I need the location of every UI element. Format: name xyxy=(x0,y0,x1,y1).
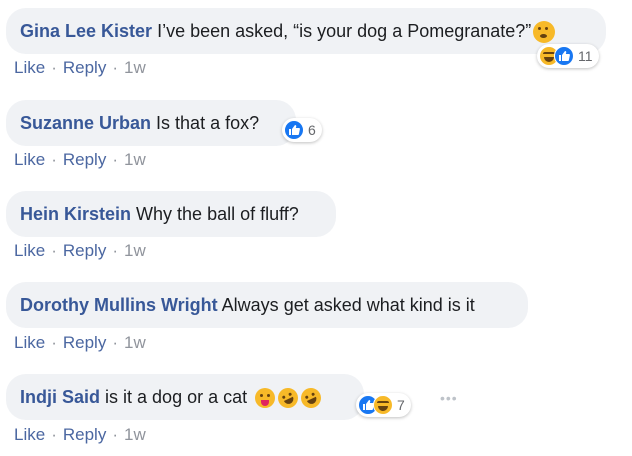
separator: · xyxy=(112,425,118,444)
comment-actions: Like · Reply · 1w xyxy=(14,58,146,78)
flushed-emoji-icon xyxy=(533,21,556,44)
comment-actions: Like · Reply · 1w xyxy=(14,425,146,445)
separator: · xyxy=(112,333,118,352)
comment-text: I’ve been asked, “is your dog a Pomegran… xyxy=(157,21,532,41)
separator: · xyxy=(51,241,57,260)
timestamp[interactable]: 1w xyxy=(124,58,146,77)
reply-link[interactable]: Reply xyxy=(63,58,106,77)
comment-author[interactable]: Hein Kirstein xyxy=(20,204,131,224)
timestamp[interactable]: 1w xyxy=(124,150,146,169)
like-reaction-icon xyxy=(284,120,304,140)
separator: · xyxy=(112,241,118,260)
timestamp[interactable]: 1w xyxy=(124,241,146,260)
separator: · xyxy=(112,58,118,77)
more-options-icon[interactable]: ••• xyxy=(440,390,458,406)
like-link[interactable]: Like xyxy=(14,241,45,260)
comment-text: Is that a fox? xyxy=(156,113,260,133)
like-link[interactable]: Like xyxy=(14,333,45,352)
timestamp[interactable]: 1w xyxy=(124,425,146,444)
like-link[interactable]: Like xyxy=(14,58,45,77)
rofl-emoji-icon xyxy=(297,384,325,412)
separator: · xyxy=(51,425,57,444)
comment-item: Indji Said is it a dog or a cat xyxy=(6,374,364,420)
separator: · xyxy=(51,58,57,77)
comment-bubble: Dorothy Mullins Wright Always get asked … xyxy=(6,282,528,328)
comment-bubble: Indji Said is it a dog or a cat xyxy=(6,374,364,420)
timestamp[interactable]: 1w xyxy=(124,333,146,352)
comment-bubble: Gina Lee Kister I’ve been asked, “is you… xyxy=(6,8,606,54)
comment-item: Dorothy Mullins Wright Always get asked … xyxy=(6,282,528,328)
separator: · xyxy=(112,150,118,169)
like-link[interactable]: Like xyxy=(14,150,45,169)
comment-actions: Like · Reply · 1w xyxy=(14,333,146,353)
separator: · xyxy=(51,150,57,169)
like-link[interactable]: Like xyxy=(14,425,45,444)
comment-bubble: Hein Kirstein Why the ball of fluff? xyxy=(6,191,336,237)
comment-actions: Like · Reply · 1w xyxy=(14,150,146,170)
comment-item: Gina Lee Kister I’ve been asked, “is you… xyxy=(6,8,606,54)
reaction-summary[interactable]: 6 xyxy=(282,118,322,142)
like-reaction-icon xyxy=(554,46,574,66)
reaction-count: 6 xyxy=(308,122,316,138)
comment-author[interactable]: Suzanne Urban xyxy=(20,113,151,133)
comment-item: Suzanne Urban Is that a fox? xyxy=(6,100,296,146)
comment-bubble: Suzanne Urban Is that a fox? xyxy=(6,100,296,146)
tongue-emoji-icon xyxy=(255,388,276,409)
separator: · xyxy=(51,333,57,352)
comment-author[interactable]: Indji Said xyxy=(20,387,100,407)
comment-actions: Like · Reply · 1w xyxy=(14,241,146,261)
reply-link[interactable]: Reply xyxy=(63,241,106,260)
reaction-summary[interactable]: 7 xyxy=(356,393,411,417)
reply-link[interactable]: Reply xyxy=(63,333,106,352)
reaction-count: 7 xyxy=(397,397,405,413)
comment-author[interactable]: Dorothy Mullins Wright xyxy=(20,295,218,315)
haha-reaction-icon xyxy=(373,395,393,415)
comment-text: is it a dog or a cat xyxy=(105,387,248,407)
reaction-summary[interactable]: 11 xyxy=(537,44,599,68)
reply-link[interactable]: Reply xyxy=(63,425,106,444)
rofl-emoji-icon xyxy=(274,384,302,412)
reaction-count: 11 xyxy=(578,48,593,64)
comment-text: Always get asked what kind is it xyxy=(221,295,475,315)
reply-link[interactable]: Reply xyxy=(63,150,106,169)
comment-author[interactable]: Gina Lee Kister xyxy=(20,21,152,41)
comment-text: Why the ball of fluff? xyxy=(136,204,299,224)
comment-item: Hein Kirstein Why the ball of fluff? xyxy=(6,191,336,237)
